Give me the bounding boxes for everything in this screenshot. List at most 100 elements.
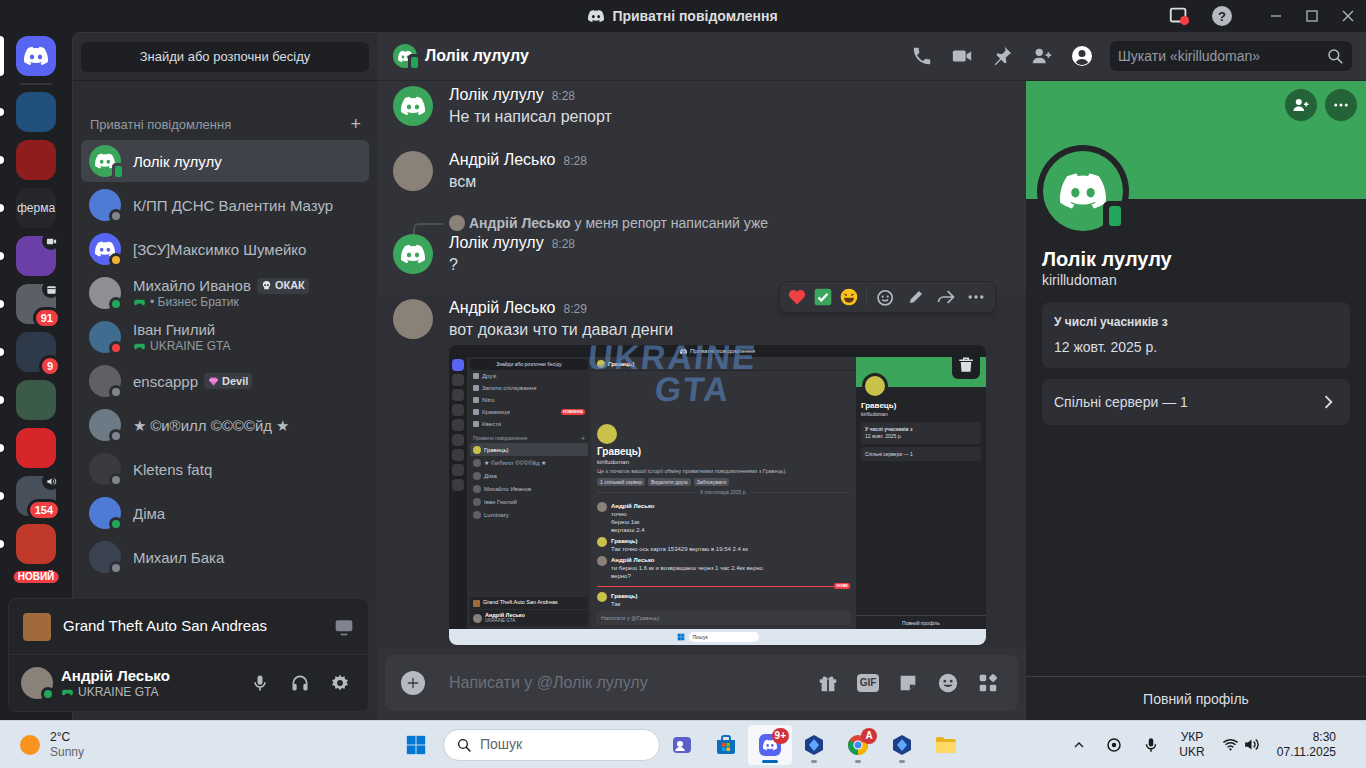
dm-item[interactable]: Лолік лулулу <box>81 140 369 182</box>
taskbar-app[interactable] <box>660 725 704 765</box>
server-icon[interactable]: 9 <box>16 332 56 372</box>
microphone-icon[interactable] <box>240 673 280 693</box>
more-icon[interactable] <box>961 287 991 307</box>
dm-item[interactable]: Михаил Бака <box>81 536 369 578</box>
mini-since-label: У числі учасників з <box>865 426 977 432</box>
dm-item[interactable]: ★ ©и®илл ©©©©йд ★ <box>81 404 369 446</box>
edit-icon[interactable] <box>901 288 931 306</box>
gift-icon[interactable] <box>808 672 848 694</box>
server-item[interactable] <box>0 428 72 468</box>
microphone-icon[interactable] <box>1135 736 1167 754</box>
server-icon[interactable]: 91 <box>16 284 56 324</box>
server-icon[interactable]: НОВИЙ <box>16 524 56 564</box>
dm-item[interactable]: [ЗСУ]Максимко Шумейко <box>81 228 369 270</box>
add-reaction-icon[interactable] <box>871 287 901 307</box>
server-item[interactable]: ферма <box>0 188 72 228</box>
network-volume[interactable] <box>1217 736 1265 753</box>
heart-icon[interactable] <box>784 287 810 307</box>
minimize-icon[interactable] <box>1258 6 1294 26</box>
server-icon[interactable]: 154 <box>16 476 56 516</box>
server-item[interactable] <box>0 380 72 420</box>
full-profile-button[interactable]: Повний профіль <box>1026 676 1366 720</box>
add-dm-button[interactable]: + <box>350 115 361 133</box>
stream-icon[interactable] <box>334 617 354 637</box>
dm-item[interactable]: Іван ГнилийUKRAINE GTA <box>81 316 369 358</box>
start-button[interactable] <box>396 725 436 765</box>
search-input[interactable] <box>1118 46 1322 67</box>
help-button[interactable]: ? <box>1212 6 1232 26</box>
add-friend-button[interactable] <box>1285 89 1317 121</box>
find-conversation-button[interactable]: Знайди або розпочни бесіду <box>81 42 369 72</box>
server-item[interactable]: 91 <box>0 284 72 324</box>
phone-icon[interactable] <box>902 45 942 67</box>
delete-button[interactable] <box>952 351 980 379</box>
language-indicator[interactable]: УКРUKR <box>1172 730 1212 760</box>
activity-panel[interactable]: Grand Theft Auto San Andreas <box>9 599 368 655</box>
server-icon[interactable] <box>16 140 56 180</box>
taskbar-app[interactable]: 9+ <box>748 725 792 765</box>
server-item[interactable] <box>0 92 72 132</box>
dm-item[interactable]: Kletens fatq <box>81 448 369 490</box>
message-author[interactable]: Лолік лулулу <box>449 84 544 106</box>
more-button[interactable] <box>1325 89 1357 121</box>
chevron-right-icon <box>1318 392 1338 412</box>
chevron-up-icon[interactable] <box>1065 737 1093 753</box>
laugh-icon[interactable] <box>836 287 862 307</box>
home-button[interactable] <box>16 36 56 76</box>
add-friend-icon[interactable] <box>1022 45 1062 67</box>
dm-item[interactable]: К/ПП ДСНС Валентин Мазур <box>81 184 369 226</box>
apps-icon[interactable] <box>968 672 1008 694</box>
server-icon[interactable] <box>16 92 56 132</box>
user-profile-icon[interactable] <box>1062 44 1102 68</box>
close-icon[interactable] <box>1330 6 1366 26</box>
dm-item[interactable]: Михайло ИвановОКАК• Бизнес Братик <box>81 272 369 314</box>
pin-icon[interactable] <box>982 45 1022 67</box>
dm-item[interactable]: Діма <box>81 492 369 534</box>
message-author[interactable]: Андрій Лесько <box>449 297 556 319</box>
headphones-icon[interactable] <box>280 673 320 693</box>
gif-button[interactable]: GIF <box>848 674 888 692</box>
mini-message-text: верно? <box>611 572 763 580</box>
mutual-servers[interactable]: Спільні сервери — 1 <box>1042 379 1350 425</box>
attach-button[interactable] <box>401 671 425 695</box>
taskbar-app[interactable] <box>792 725 836 765</box>
dm-item[interactable]: enscapppDevil <box>81 360 369 402</box>
message-input[interactable] <box>449 671 808 695</box>
taskbar-app[interactable] <box>880 725 924 765</box>
clock[interactable]: 8:3007.11.2025 <box>1270 730 1336 760</box>
language-label: УКР <box>1181 730 1204 745</box>
taskbar-app[interactable]: A <box>836 725 880 765</box>
message-author[interactable]: Лолік лулулу <box>449 232 544 254</box>
user-avatar[interactable] <box>21 667 53 699</box>
server-icon[interactable] <box>16 428 56 468</box>
home-item[interactable] <box>0 36 72 76</box>
inbox-icon[interactable] <box>1168 5 1190 27</box>
server-icon[interactable]: ферма <box>16 188 56 228</box>
maximize-icon[interactable] <box>1294 6 1330 26</box>
attachment[interactable]: Приватні повідомленняЗнайди або розпочни… <box>449 345 986 645</box>
server-item[interactable]: 9 <box>0 332 72 372</box>
message-author[interactable]: Андрій Лесько <box>449 149 556 171</box>
gear-icon[interactable] <box>320 673 360 693</box>
reply-preview[interactable]: Андрій Леськоу меня репорт написаний уже <box>377 214 1026 232</box>
weather-widget[interactable]: 2°CSunny <box>0 730 396 760</box>
tray-app-icon[interactable] <box>1098 736 1130 754</box>
volume-icon <box>1243 736 1260 753</box>
taskbar-app[interactable] <box>704 725 748 765</box>
message-text: вот докази что ти давал денги <box>449 319 978 341</box>
emoji-icon[interactable] <box>928 672 968 694</box>
server-item[interactable] <box>0 140 72 180</box>
taskbar-search[interactable]: Пошук <box>443 729 660 761</box>
server-item[interactable]: НОВИЙ <box>0 524 72 564</box>
server-icon[interactable] <box>16 380 56 420</box>
mini-server-icon <box>452 479 464 491</box>
server-item[interactable]: 154 <box>0 476 72 516</box>
dm-activity-label: UKRAINE GTA <box>150 339 230 354</box>
forward-icon[interactable] <box>931 287 961 307</box>
sticker-icon[interactable] <box>888 672 928 694</box>
video-icon[interactable] <box>942 45 982 67</box>
taskbar-app[interactable] <box>924 725 968 765</box>
server-item[interactable] <box>0 236 72 276</box>
server-icon[interactable] <box>16 236 56 276</box>
check-icon[interactable] <box>810 287 836 307</box>
